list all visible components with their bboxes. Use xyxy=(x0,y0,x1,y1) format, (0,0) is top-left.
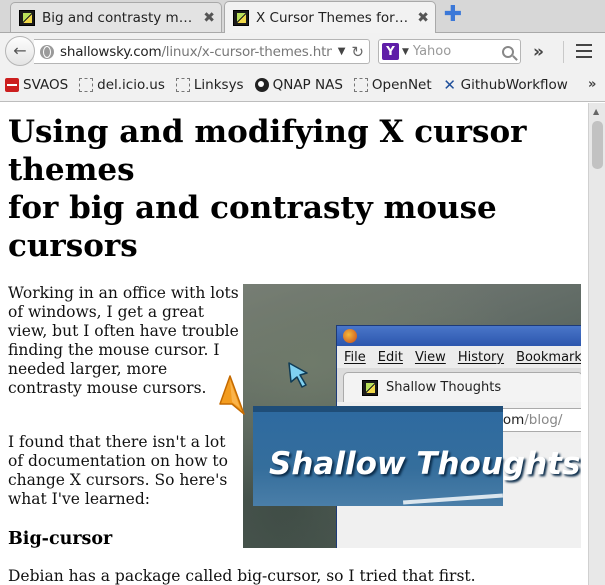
screenshot-tab: Shallow Thoughts xyxy=(343,372,581,402)
search-bar[interactable]: Y ▼ Yahoo xyxy=(378,39,521,64)
tab-close-icon[interactable]: ✖ xyxy=(417,10,429,26)
bookmark-placeholder-icon xyxy=(175,78,190,92)
screenshot-banner-text: Shallow Thoughts xyxy=(269,446,581,482)
bookmarks-toolbar: SVAOS del.icio.us Linksys QNAP NAS OpenN… xyxy=(0,69,605,102)
bookmark-placeholder-icon xyxy=(353,78,368,92)
bookmark-label: QNAP NAS xyxy=(272,77,343,93)
search-engine-dropdown-icon[interactable]: ▼ xyxy=(402,47,409,57)
search-input[interactable]: Yahoo xyxy=(413,44,502,59)
page-content: Using and modifying X cursor themes for … xyxy=(0,103,588,585)
section-heading-big-cursor: Big-cursor xyxy=(8,529,113,549)
globe-icon xyxy=(40,44,54,59)
intro-paragraph: Working in an office with lots of window… xyxy=(8,284,239,397)
scroll-up-arrow-icon[interactable]: ▲ xyxy=(593,107,599,116)
reload-icon[interactable]: ↻ xyxy=(351,43,364,61)
bookmark-qnap-nas[interactable]: QNAP NAS xyxy=(254,77,343,93)
tab-strip: Big and contrasty mouse cursors ✖ X Curs… xyxy=(0,0,605,33)
article-screenshot-image: File Edit View History Bookmarks Shallow… xyxy=(243,284,581,548)
screenshot-menu-edit: Edit xyxy=(377,349,403,365)
url-bar[interactable]: shallowsky.com/linux/x-cursor-themes.htm… xyxy=(34,39,370,64)
orange-arrow-cursor-icon xyxy=(219,375,245,415)
bookmark-label: Linksys xyxy=(193,77,244,93)
navigation-toolbar: shallowsky.com/linux/x-cursor-themes.htm… xyxy=(0,33,605,69)
scrollbar-thumb[interactable] xyxy=(592,121,603,169)
toolbar-separator xyxy=(563,41,564,63)
page-scrollbar[interactable]: ▲ xyxy=(588,103,605,585)
firefox-logo-icon xyxy=(343,329,357,343)
hamburger-menu-icon[interactable] xyxy=(576,44,592,62)
screenshot-tab-title: Shallow Thoughts xyxy=(386,380,502,395)
bookmark-delicious[interactable]: del.icio.us xyxy=(79,77,165,93)
page-title-line1: Using and modifying X cursor themes xyxy=(8,114,527,188)
svaos-icon xyxy=(5,78,19,92)
page-title-line2: for big and contrasty mouse cursors xyxy=(8,190,497,264)
tab-title: Big and contrasty mouse cursors xyxy=(42,9,197,26)
search-icon[interactable] xyxy=(502,45,514,58)
screenshot-tab-row: Shallow Thoughts xyxy=(337,368,581,402)
bookmark-label: SVAOS xyxy=(23,77,69,93)
tab-close-icon[interactable]: ✖ xyxy=(203,10,215,26)
github-workflow-icon: ✕ xyxy=(443,76,456,94)
third-paragraph: Debian has a package called big-cursor, … xyxy=(8,567,476,585)
screenshot-menubar: File Edit View History Bookmarks xyxy=(337,346,581,368)
screenshot-menu-view: View xyxy=(414,349,446,365)
page-title: Using and modifying X cursor themes for … xyxy=(8,113,583,265)
screenshot-menu-file: File xyxy=(344,349,366,365)
url-history-dropdown-icon[interactable]: ▼ xyxy=(338,46,346,57)
bookmark-svaos[interactable]: SVAOS xyxy=(5,77,68,93)
screenshot-menu-bookmarks: Bookmarks xyxy=(516,349,581,365)
screenshot-menu-history: History xyxy=(457,349,505,365)
bookmark-label: GithubWorkflow xyxy=(460,77,568,93)
second-paragraph: I found that there isn't a lot of docume… xyxy=(8,433,228,508)
screenshot-url-path: /blog/ xyxy=(524,412,563,428)
back-button[interactable]: ← xyxy=(5,36,35,66)
new-tab-button[interactable]: ✚ xyxy=(443,4,463,26)
url-host: shallowsky.com xyxy=(60,43,162,60)
site-favicon-icon xyxy=(233,9,249,26)
screenshot-titlebar xyxy=(337,326,581,346)
bookmark-label: del.icio.us xyxy=(97,77,165,93)
bookmark-opennet[interactable]: OpenNet xyxy=(353,77,432,93)
yahoo-icon[interactable]: Y xyxy=(382,43,399,60)
blue-arrow-cursor-icon xyxy=(288,362,308,388)
screenshot-blog-banner: Shallow Thoughts xyxy=(253,406,580,506)
screenshot-banner-stroke xyxy=(402,493,504,505)
bookmark-linksys[interactable]: Linksys xyxy=(175,77,244,93)
url-text[interactable]: shallowsky.com/linux/x-cursor-themes.htm… xyxy=(60,44,332,60)
qnap-icon xyxy=(254,78,269,92)
url-path: /linux/x-cursor-themes.html xyxy=(161,43,332,60)
site-favicon-icon xyxy=(362,379,378,396)
site-favicon-icon xyxy=(19,9,35,26)
bookmarks-overflow-button[interactable]: » xyxy=(588,77,596,92)
toolbar-overflow-button[interactable]: » xyxy=(533,42,544,62)
bookmark-githubworkflow[interactable]: ✕ GithubWorkflow xyxy=(443,76,568,94)
tab-title: X Cursor Themes for big mouse cursors xyxy=(256,9,412,26)
bookmark-label: OpenNet xyxy=(371,77,432,93)
tab-big-cursors[interactable]: Big and contrasty mouse cursors ✖ xyxy=(10,2,222,32)
bookmark-placeholder-icon xyxy=(79,78,94,92)
tab-x-cursor-themes[interactable]: X Cursor Themes for big mouse cursors ✖ xyxy=(224,1,436,33)
